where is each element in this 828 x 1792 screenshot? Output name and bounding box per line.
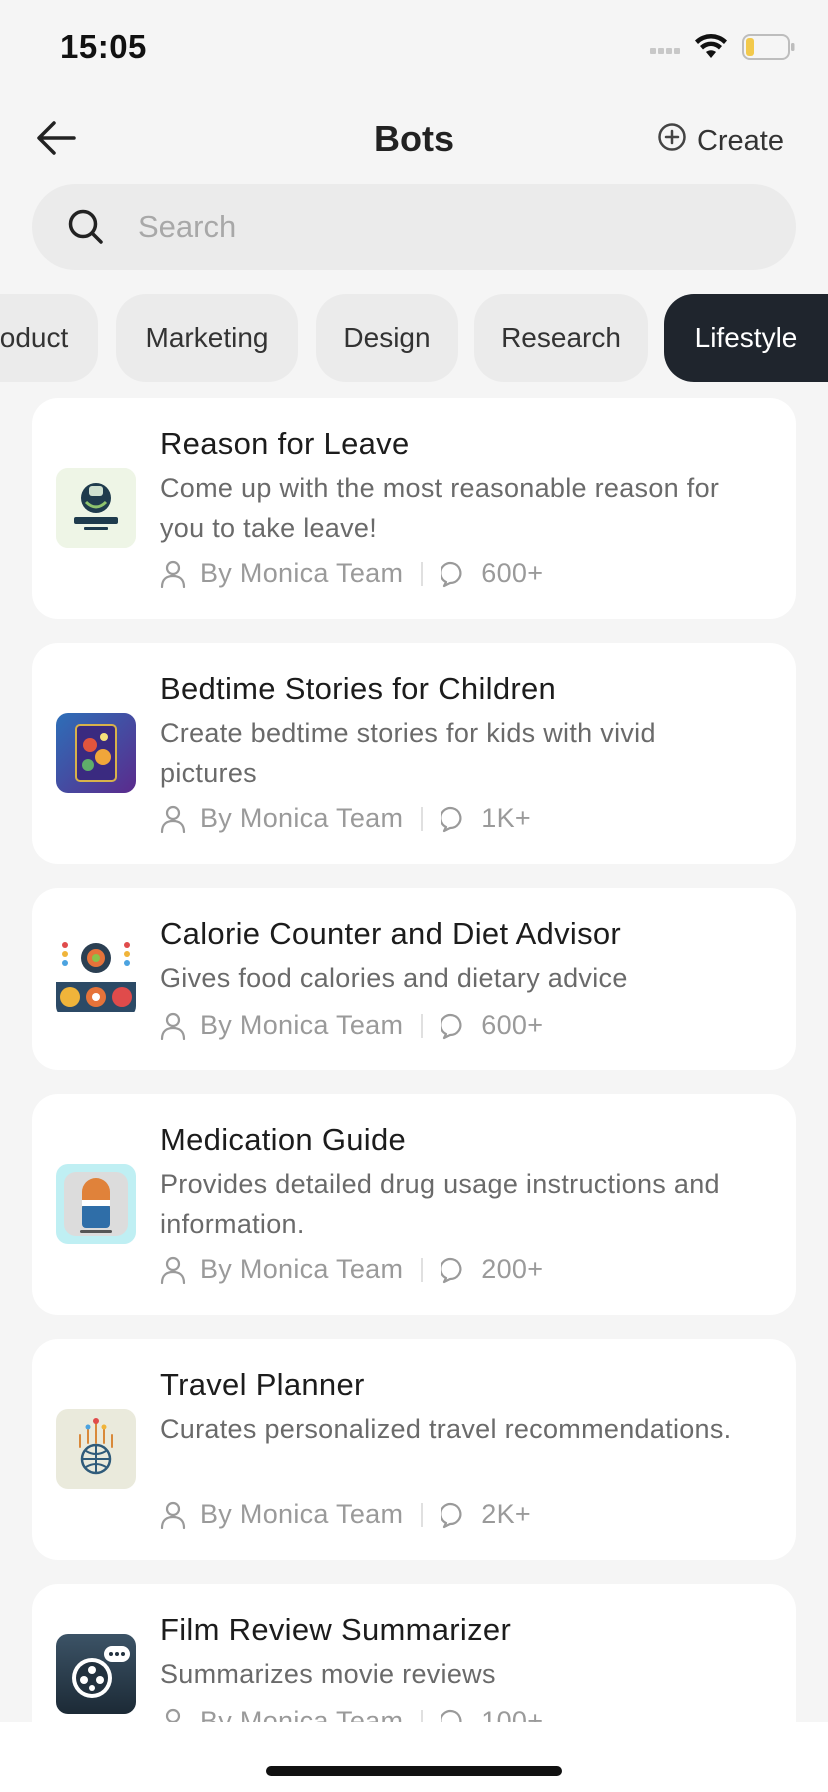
bot-description: Provides detailed drug usage instruction…	[160, 1169, 720, 1239]
meta-divider	[421, 1013, 424, 1038]
bot-card-bedtime-stories[interactable]: Bedtime Stories for Children Create bedt…	[32, 643, 796, 864]
bottom-safe-area	[0, 1722, 828, 1792]
user-icon	[160, 1256, 188, 1284]
bot-meta: By Monica Team 200+	[160, 1254, 543, 1285]
bot-meta: By Monica Team 2K+	[160, 1499, 531, 1530]
wifi-icon	[694, 34, 728, 65]
user-icon	[160, 805, 188, 833]
cellular-signal-icon	[650, 40, 680, 59]
bot-usage-count: 2K+	[481, 1499, 531, 1529]
meta-divider	[421, 806, 424, 831]
medication-guide-thumbnail	[56, 1164, 136, 1244]
bot-list: Reason for Leave Come up with the most r…	[0, 398, 828, 1722]
bot-meta: By Monica Team 600+	[160, 558, 543, 589]
category-tabs: oduct Marketing Design Research Lifestyl…	[0, 294, 828, 382]
bot-usage-count: 600+	[481, 558, 544, 588]
bot-author: By Monica Team	[200, 1499, 404, 1529]
status-bar: 15:05	[0, 0, 828, 100]
chat-bubble-icon	[441, 1012, 469, 1040]
bot-title: Medication Guide	[160, 1122, 407, 1157]
meta-divider	[421, 1257, 424, 1282]
bot-meta: By Monica Team 600+	[160, 1010, 543, 1041]
bot-title: Reason for Leave	[160, 426, 410, 461]
tab-marketing-label: Marketing	[145, 322, 269, 353]
bot-author: By Monica Team	[200, 803, 404, 833]
tab-marketing[interactable]: Marketing	[116, 294, 298, 382]
battery-icon	[742, 34, 796, 65]
user-icon	[160, 1501, 188, 1529]
bot-description: Gives food calories and dietary advice	[160, 963, 628, 993]
user-icon	[160, 560, 188, 588]
status-time: 15:05	[60, 28, 147, 65]
bot-description: Come up with the most reasonable reason …	[160, 473, 720, 543]
tab-research-label: Research	[501, 322, 621, 353]
bot-card-medication-guide[interactable]: Medication Guide Provides detailed drug …	[32, 1094, 796, 1315]
bot-usage-count: 600+	[481, 1010, 544, 1040]
user-icon	[160, 1708, 188, 1722]
meta-divider	[421, 561, 424, 586]
reason-for-leave-thumbnail	[56, 468, 136, 548]
tab-research[interactable]: Research	[474, 294, 648, 382]
bot-title: Bedtime Stories for Children	[160, 671, 557, 706]
chat-bubble-icon	[441, 1501, 469, 1529]
create-label: Create	[696, 124, 784, 157]
tab-product-label: oduct	[0, 322, 69, 353]
film-review-thumbnail	[56, 1634, 136, 1714]
chat-bubble-icon	[441, 1256, 469, 1284]
chat-bubble-icon	[441, 805, 469, 833]
bot-title: Travel Planner	[160, 1367, 365, 1402]
bot-author: By Monica Team	[200, 1010, 404, 1040]
bot-card-calorie-counter[interactable]: Calorie Counter and Diet Advisor Gives f…	[32, 888, 796, 1070]
bot-meta: By Monica Team 1K+	[160, 803, 531, 834]
plus-circle-icon	[657, 122, 687, 160]
search-icon	[66, 207, 106, 247]
bot-description: Curates personalized travel recommendati…	[160, 1414, 732, 1444]
bot-title: Film Review Summarizer	[160, 1612, 512, 1647]
meta-divider	[421, 1502, 424, 1527]
bot-author: By Monica Team	[200, 558, 404, 588]
tab-product[interactable]: oduct	[0, 294, 98, 382]
home-indicator[interactable]	[266, 1766, 562, 1776]
bot-usage-count: 100+	[481, 1706, 544, 1722]
bot-card-travel-planner[interactable]: Travel Planner Curates personalized trav…	[32, 1339, 796, 1560]
bot-usage-count: 200+	[481, 1254, 544, 1284]
bot-usage-count: 1K+	[481, 803, 531, 833]
bedtime-stories-thumbnail	[56, 713, 136, 793]
bot-card-film-review-summarizer[interactable]: Film Review Summarizer Summarizes movie …	[32, 1584, 796, 1722]
bot-card-reason-for-leave[interactable]: Reason for Leave Come up with the most r…	[32, 398, 796, 619]
calorie-counter-thumbnail	[56, 938, 136, 1018]
meta-divider	[421, 1709, 424, 1722]
tab-lifestyle-label: Lifestyle	[694, 322, 798, 353]
chat-bubble-icon	[441, 1708, 469, 1722]
tab-design-label: Design	[343, 322, 431, 353]
user-icon	[160, 1012, 188, 1040]
nav-bar: Bots Create	[0, 100, 828, 180]
bot-title: Calorie Counter and Diet Advisor	[160, 916, 622, 951]
status-indicators	[650, 34, 796, 65]
tab-design[interactable]: Design	[316, 294, 458, 382]
tab-lifestyle[interactable]: Lifestyle	[664, 294, 828, 382]
search-bar[interactable]	[32, 184, 796, 270]
search-input[interactable]	[136, 208, 740, 246]
bot-description: Summarizes movie reviews	[160, 1659, 496, 1689]
bot-author: By Monica Team	[200, 1706, 404, 1722]
bot-meta: By Monica Team 100+	[160, 1706, 543, 1722]
bot-description: Create bedtime stories for kids with viv…	[160, 718, 656, 788]
travel-planner-thumbnail	[56, 1409, 136, 1489]
bot-author: By Monica Team	[200, 1254, 404, 1284]
chat-bubble-icon	[441, 560, 469, 588]
create-button[interactable]: Create	[657, 122, 784, 160]
